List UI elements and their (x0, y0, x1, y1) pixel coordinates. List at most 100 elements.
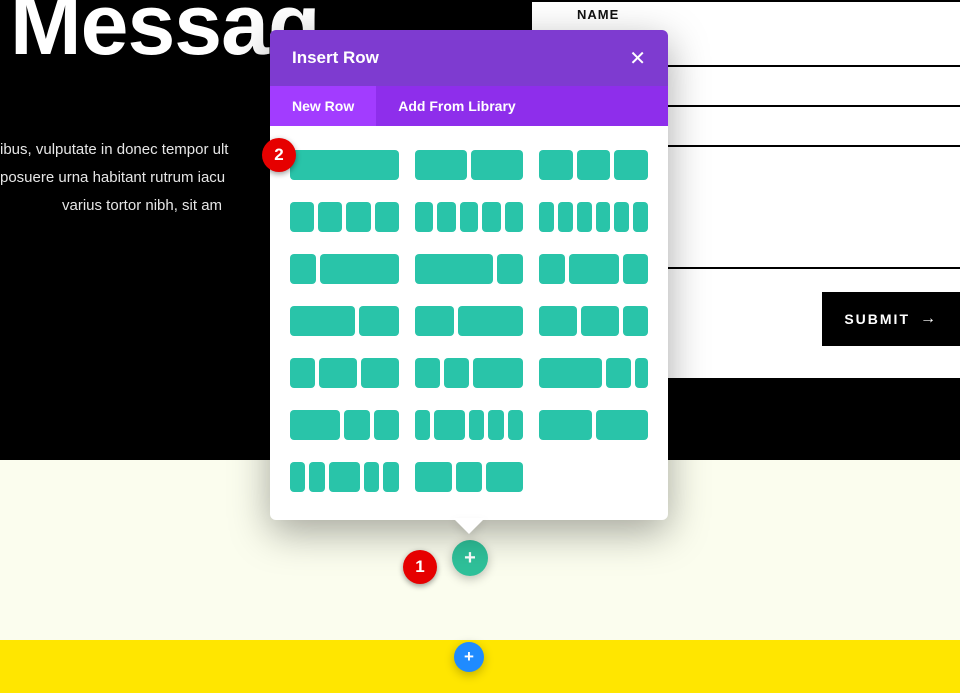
layout-column (415, 462, 453, 492)
layout-column (539, 254, 564, 284)
layout-column (318, 202, 342, 232)
submit-label: SUBMIT (844, 311, 910, 327)
layout-column (596, 202, 611, 232)
layout-column (623, 306, 648, 336)
layout-option[interactable] (415, 254, 524, 284)
layout-column (290, 150, 399, 180)
layout-column (444, 358, 469, 388)
layout-column (437, 202, 456, 232)
layout-column (633, 202, 648, 232)
popover-tabs: New Row Add From Library (270, 86, 668, 126)
layout-column (458, 306, 523, 336)
popover-title: Insert Row (292, 48, 379, 68)
layout-column (539, 202, 554, 232)
layout-column (614, 202, 629, 232)
layout-column (497, 254, 523, 284)
tab-new-row[interactable]: New Row (270, 86, 376, 126)
layout-column (577, 150, 611, 180)
layout-column (415, 306, 454, 336)
layout-column (290, 462, 305, 492)
layout-column (486, 462, 524, 492)
layout-option[interactable] (290, 306, 399, 336)
layout-column (471, 150, 523, 180)
layout-column (364, 462, 379, 492)
popover-arrow (453, 518, 485, 534)
layout-column (623, 254, 648, 284)
layout-column (488, 410, 503, 440)
layout-option[interactable] (415, 410, 524, 440)
layout-column (415, 202, 434, 232)
layout-column (581, 306, 619, 336)
layout-column (460, 202, 479, 232)
tab-add-from-library[interactable]: Add From Library (376, 86, 537, 126)
layout-column (374, 410, 399, 440)
layout-option[interactable] (290, 462, 399, 492)
submit-button[interactable]: SUBMIT → (822, 292, 960, 346)
insert-row-popover: Insert Row ✕ New Row Add From Library (270, 30, 668, 520)
layout-option[interactable] (290, 202, 399, 232)
layout-column (596, 410, 648, 440)
layout-column (290, 254, 316, 284)
layout-column (434, 410, 465, 440)
layout-option[interactable] (290, 254, 399, 284)
layout-option[interactable] (539, 306, 648, 336)
plus-icon: + (464, 547, 476, 570)
layout-column (482, 202, 501, 232)
layout-column (469, 410, 484, 440)
layout-column (539, 306, 577, 336)
annotation-marker-1: 1 (403, 550, 437, 584)
layout-option[interactable] (415, 202, 524, 232)
layout-column (290, 202, 314, 232)
layout-column (456, 462, 481, 492)
layout-option[interactable] (290, 410, 399, 440)
layout-option[interactable] (290, 358, 399, 388)
layout-option[interactable] (539, 358, 648, 388)
layout-column (606, 358, 631, 388)
close-icon[interactable]: ✕ (629, 46, 646, 71)
layout-column (415, 254, 494, 284)
layout-option[interactable] (415, 150, 524, 180)
layout-column (508, 410, 523, 440)
layout-column (319, 358, 357, 388)
arrow-right-icon: → (920, 310, 938, 328)
hero-line-3: varius tortor nibh, sit am (0, 192, 228, 220)
layout-column (361, 358, 399, 388)
layout-column (309, 462, 324, 492)
layout-column (635, 358, 648, 388)
page-root: Messag ibus, vulputate in donec tempor u… (0, 0, 960, 693)
layout-option[interactable] (539, 410, 648, 440)
layout-column (539, 150, 573, 180)
layout-option[interactable] (415, 462, 524, 492)
layout-column (290, 358, 315, 388)
layout-column (569, 254, 619, 284)
layout-column (290, 306, 355, 336)
layout-option[interactable] (415, 306, 524, 336)
layout-column (539, 410, 591, 440)
layout-option[interactable] (290, 150, 399, 180)
hero-line-2: posuere urna habitant rutrum iacu (0, 164, 228, 192)
layout-column (415, 410, 430, 440)
layout-option[interactable] (415, 358, 524, 388)
hero-line-1: ibus, vulputate in donec tempor ult (0, 136, 228, 164)
annotation-marker-2: 2 (262, 138, 296, 172)
layout-option[interactable] (539, 150, 648, 180)
layout-column (577, 202, 592, 232)
layout-column (473, 358, 523, 388)
plus-icon: + (464, 647, 474, 667)
layout-column (383, 462, 398, 492)
layout-grid (270, 126, 668, 520)
layout-option[interactable] (539, 254, 648, 284)
layout-column (320, 254, 399, 284)
popover-header: Insert Row ✕ (270, 30, 668, 86)
hero-copy: ibus, vulputate in donec tempor ult posu… (0, 136, 228, 220)
name-label: NAME (577, 7, 619, 22)
layout-column (539, 358, 602, 388)
add-section-button[interactable]: + (454, 642, 484, 672)
layout-column (346, 202, 370, 232)
layout-column (415, 150, 467, 180)
add-row-button[interactable]: + (452, 540, 488, 576)
layout-column (290, 410, 340, 440)
layout-column (329, 462, 360, 492)
layout-option[interactable] (539, 202, 648, 232)
layout-column (359, 306, 398, 336)
